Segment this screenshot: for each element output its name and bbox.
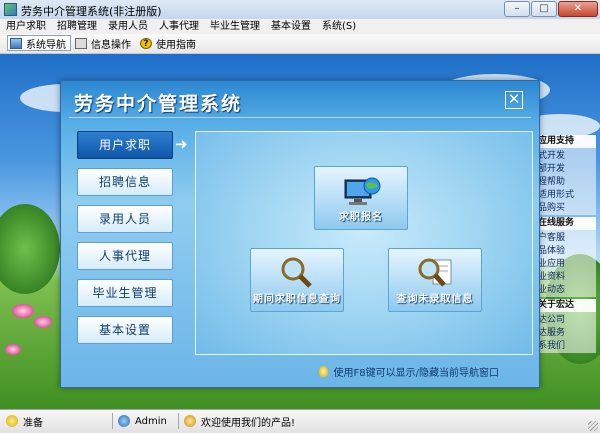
navigation-icon <box>10 37 22 49</box>
nav-settings[interactable]: 基本设置 <box>77 316 173 344</box>
support-link[interactable]: 程帮助 <box>536 176 596 189</box>
magnifier-icon <box>281 257 312 288</box>
menu-recruitment[interactable]: 招聘管理 <box>51 19 102 34</box>
status-welcome: 欢迎使用我们的产品! <box>184 413 295 429</box>
toolbar-system-nav-label: 系统导航 <box>26 39 66 51</box>
support-panel: 应用支持 式开发 部开发 程帮助 适用形式 品购买 在线服务 户客服 品体验 业… <box>536 133 596 355</box>
status-user: Admin <box>118 413 167 429</box>
status-bar: 准备 Admin 欢迎使用我们的产品! <box>0 409 600 433</box>
status-ready: 准备 <box>6 413 43 429</box>
nav-hr-agency[interactable]: 人事代理 <box>77 242 173 270</box>
card-label: 期间求职信息查询 <box>253 294 341 305</box>
support-link[interactable]: 适用形式 <box>536 189 596 202</box>
service-link[interactable]: 业应用 <box>536 258 596 271</box>
card-not-hired-query[interactable]: 查询未录取信息 <box>388 248 482 312</box>
toolbar-guide-label: 使用指南 <box>156 39 196 51</box>
service-link[interactable]: 品体验 <box>536 245 596 258</box>
minimize-button[interactable]: – <box>504 1 530 17</box>
toolbar-info-ops[interactable]: 信息操作 <box>75 35 131 51</box>
close-button[interactable]: ✕ <box>558 1 598 17</box>
window-title: 劳务中介管理系统(非注册版) <box>21 5 162 18</box>
service-link[interactable]: 业资料 <box>536 271 596 284</box>
section-heading: 关于宏达 <box>536 299 596 312</box>
dialog-tip: 使用F8键可以显示/隐藏当前导航窗口 <box>318 364 499 379</box>
about-link[interactable]: 达服务 <box>536 327 596 340</box>
status-ready-text: 准备 <box>23 417 43 429</box>
tip-text: 使用F8键可以显示/隐藏当前导航窗口 <box>333 368 499 379</box>
support-link[interactable]: 式开发 <box>536 150 596 163</box>
status-user-text: Admin <box>135 415 167 427</box>
menu-graduates[interactable]: 毕业生管理 <box>204 19 265 34</box>
menu-settings[interactable]: 基本设置 <box>265 19 316 34</box>
divider <box>112 413 113 429</box>
user-icon <box>118 415 130 427</box>
section-heading: 在线服务 <box>536 217 596 230</box>
toolbar-system-nav[interactable]: 系统导航 <box>7 35 71 51</box>
nav-hired[interactable]: 录用人员 <box>77 205 173 233</box>
dialog-close-button[interactable]: ✕ <box>505 91 523 109</box>
menu-hired[interactable]: 录用人员 <box>102 19 153 34</box>
title-bar: 劳务中介管理系统(非注册版) – □ ✕ <box>0 0 600 20</box>
about-link[interactable]: 达公司 <box>536 314 596 327</box>
service-link[interactable]: 业动态 <box>536 284 596 297</box>
nav-user-job[interactable]: 用户求职 <box>77 131 173 159</box>
section-heading: 应用支持 <box>536 135 596 148</box>
about-link[interactable]: 系我们 <box>536 340 596 353</box>
card-label: 查询未录取信息 <box>396 294 474 305</box>
maximize-button[interactable]: □ <box>531 1 557 17</box>
card-job-registration[interactable]: 求职报名 <box>314 166 408 230</box>
status-welcome-text: 欢迎使用我们的产品! <box>201 417 296 429</box>
computer-globe-icon <box>344 177 381 205</box>
menu-user-job[interactable]: 用户求职 <box>0 19 51 34</box>
toolbar-guide[interactable]: ? 使用指南 <box>140 35 196 51</box>
toolbar-info-ops-label: 信息操作 <box>91 39 131 51</box>
magnifier-document-icon <box>418 258 452 287</box>
nav-recruitment-info[interactable]: 招聘信息 <box>77 168 173 196</box>
card-label: 求职报名 <box>339 212 383 223</box>
service-link[interactable]: 户客服 <box>536 232 596 245</box>
card-job-query[interactable]: 期间求职信息查询 <box>250 248 344 312</box>
resize-grip[interactable] <box>588 421 598 431</box>
window-controls: – □ ✕ <box>504 1 598 17</box>
nav-graduates[interactable]: 毕业生管理 <box>77 279 173 307</box>
ready-icon <box>6 415 18 427</box>
menu-system[interactable]: 系统(S) <box>316 19 361 34</box>
support-link[interactable]: 品购买 <box>536 202 596 215</box>
help-icon: ? <box>140 37 152 49</box>
welcome-icon <box>184 415 196 427</box>
function-area: 求职报名 期间求职信息查询 查询未录取信息 <box>195 131 533 355</box>
menu-bar: 用户求职 招聘管理 录用人员 人事代理 毕业生管理 基本设置 系统(S) <box>0 19 600 34</box>
navigation-dialog: 劳务中介管理系统 ✕ 用户求职 招聘信息 录用人员 人事代理 毕业生管理 基本设… <box>60 80 540 388</box>
support-link[interactable]: 部开发 <box>536 163 596 176</box>
app-icon <box>4 3 17 16</box>
info-icon <box>75 37 87 49</box>
arrow-right-icon: ➜ <box>175 135 188 153</box>
lightbulb-icon <box>318 366 328 377</box>
divider <box>69 117 531 118</box>
toolbar: 系统导航 信息操作 ? 使用指南 <box>0 34 600 54</box>
menu-hr-agency[interactable]: 人事代理 <box>153 19 204 34</box>
divider <box>178 413 179 429</box>
dialog-title: 劳务中介管理系统 <box>74 93 243 115</box>
